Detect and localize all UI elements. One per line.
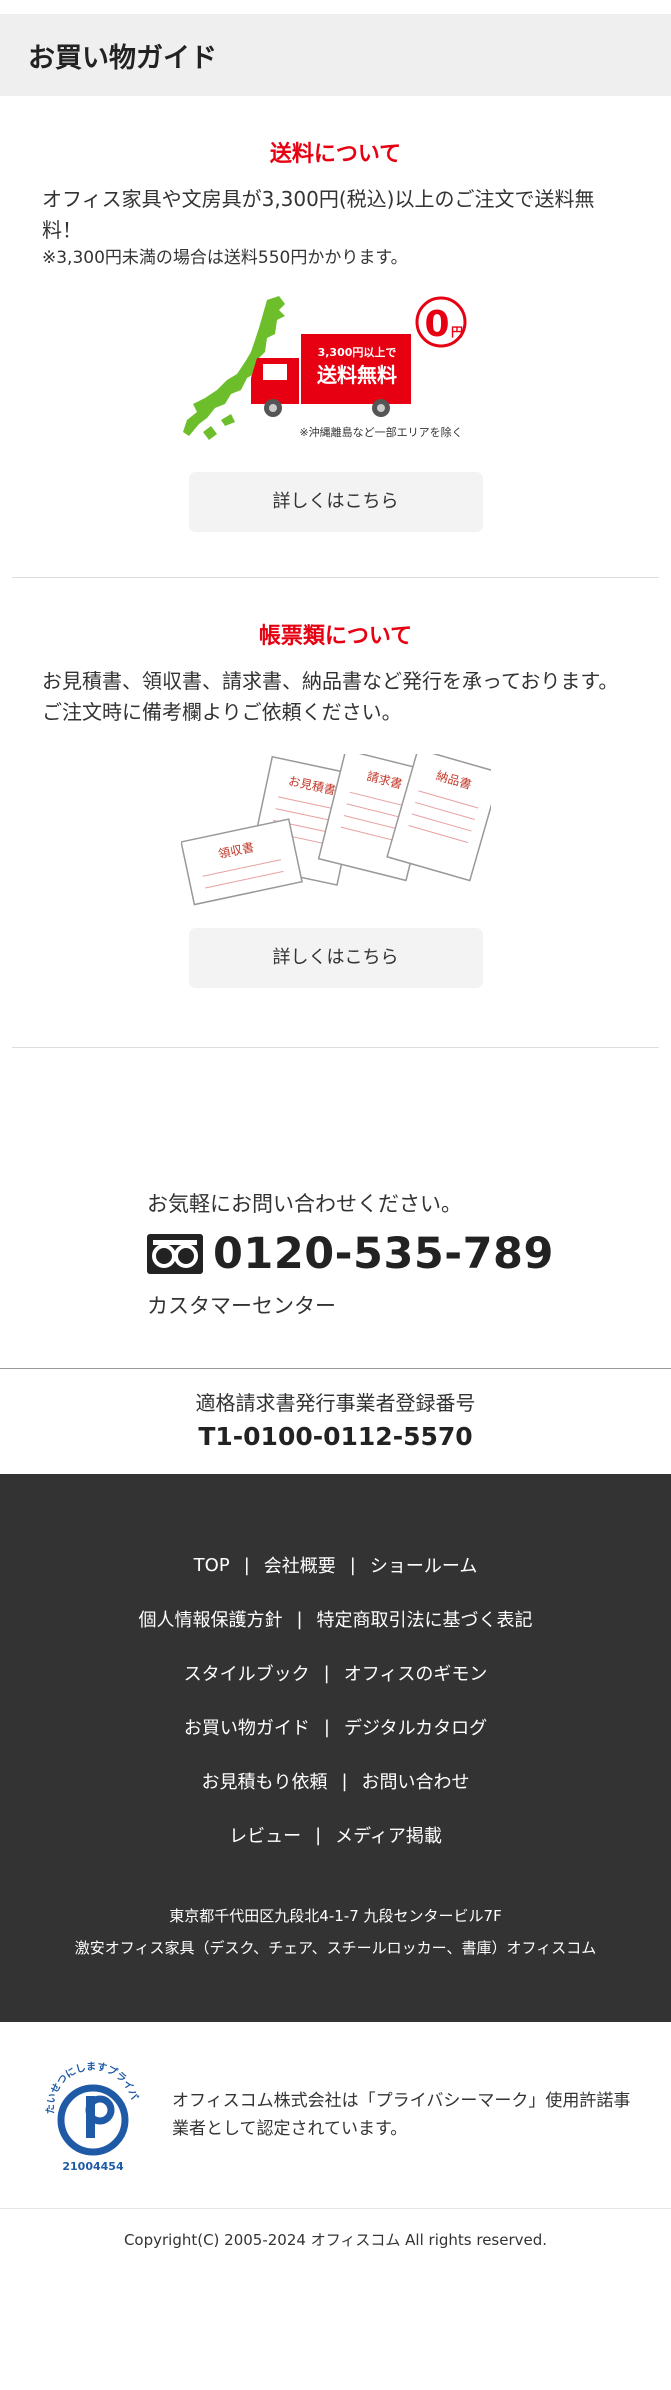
- footer-link[interactable]: スタイルブック: [184, 1660, 310, 1686]
- shipping-text: オフィス家具や文房具が3,300円(税込)以上のご注文で送料無料！: [42, 187, 595, 242]
- invoice-number: T1-0100-0112-5570: [198, 1422, 473, 1451]
- contact-center-label: カスタマーセンター: [147, 1294, 336, 1318]
- privacy-text: オフィスコム株式会社は「プライバシーマーク」使用許諾事業者として認定されています…: [172, 2091, 631, 2139]
- privacy-section: たいせつにしますプライバシー 21004454 オフィスコム株式会社は「プライバ…: [0, 2022, 671, 2209]
- contact-lead: お気軽にお問い合わせください。: [147, 1192, 462, 1216]
- footer-separator: |: [296, 1608, 303, 1630]
- footer-links: TOP | 会社概要 | ショールーム個人情報保護方針 | 特定商取引法に基づく表記スタイル…: [0, 1538, 671, 1862]
- documents-title: 帳票類について: [258, 624, 413, 649]
- footer-link-row: お見積もり依頼 | お問い合わせ: [0, 1754, 671, 1808]
- footer-link[interactable]: レビュー: [229, 1822, 301, 1848]
- footer-separator: |: [243, 1554, 250, 1576]
- shipping-section: 送料について オフィス家具や文房具が3,300円(税込)以上のご注文で送料無料！…: [0, 96, 671, 577]
- footer-link[interactable]: お買い物ガイド: [184, 1714, 310, 1740]
- privacy-mark-number: 21004454: [62, 2160, 124, 2173]
- page-header: お買い物ガイド: [0, 14, 671, 96]
- documents-section: 帳票類について お見積書、領収書、請求書、納品書など発行を承っております。ご注文…: [0, 578, 671, 1047]
- shipping-title: 送料について: [269, 142, 402, 167]
- document-icon-receipt: 領収書: [180, 818, 303, 906]
- footer-link[interactable]: メディア掲載: [335, 1822, 442, 1848]
- footer-separator: |: [349, 1554, 356, 1576]
- footer-link[interactable]: お見積もり依頼: [201, 1768, 327, 1794]
- footer-link[interactable]: お問い合わせ: [362, 1768, 470, 1794]
- page-title: お買い物ガイド: [28, 42, 217, 74]
- documents-more-button[interactable]: 詳しくはこちら: [188, 928, 483, 988]
- truck-line1: 3,300円以上で: [317, 345, 396, 359]
- footer-link[interactable]: ショールーム: [370, 1552, 477, 1578]
- company-tagline: 激安オフィス家具（デスク、チェア、スチールロッカー、書庫）オフィスコム: [74, 1939, 597, 1957]
- footer-link-row: レビュー | メディア掲載: [0, 1808, 671, 1862]
- badge-yen: 円: [450, 325, 462, 339]
- footer-separator: |: [315, 1824, 322, 1846]
- copyright: Copyright(C) 2005-2024 オフィスコム All rights…: [123, 2231, 548, 2249]
- documents-illustration: お見積書 請求書 納品書 領収書: [180, 754, 491, 906]
- phone-number: 0120-535-789: [213, 1229, 554, 1279]
- footer-address-block: 東京都千代田区九段北4-1-7 九段センタービル7F 激安オフィス家具（デスク、…: [0, 1900, 671, 1964]
- footer-link-row: スタイルブック | オフィスのギモン: [0, 1646, 671, 1700]
- company-address: 東京都千代田区九段北4-1-7 九段センタービル7F: [169, 1907, 502, 1925]
- footer-link[interactable]: 特定商取引法に基づく表記: [317, 1606, 533, 1632]
- phone-row[interactable]: 0120-535-789: [147, 1226, 671, 1282]
- truck-icon: 3,300円以上で 送料無料: [250, 334, 411, 417]
- footer-link-row: 個人情報保護方針 | 特定商取引法に基づく表記: [0, 1592, 671, 1646]
- footer-separator: |: [323, 1662, 330, 1684]
- invoice-label: 適格請求書発行事業者登録番号: [195, 1391, 476, 1415]
- truck-line2: 送料無料: [317, 363, 397, 387]
- invoice-registration: 適格請求書発行事業者登録番号 T1-0100-0112-5570: [0, 1368, 671, 1474]
- page: お買い物ガイド 送料について オフィス家具や文房具が3,300円(税込)以上のご…: [0, 0, 671, 2390]
- footer-link-row: TOP | 会社概要 | ショールーム: [0, 1538, 671, 1592]
- footer: TOP | 会社概要 | ショールーム個人情報保護方針 | 特定商取引法に基づく表記スタイル…: [0, 1474, 671, 2022]
- shipping-caption: ※沖縄離島など一部エリアを除く: [299, 425, 462, 439]
- zero-yen-badge: 0 円: [415, 296, 466, 348]
- documents-text: お見積書、領収書、請求書、納品書など発行を承っております。ご注文時に備考欄よりご…: [42, 669, 619, 724]
- privacy-mark-icon: たいせつにしますプライバシー 21004454: [40, 2054, 140, 2173]
- footer-link[interactable]: TOP: [194, 1555, 230, 1576]
- shipping-more-button[interactable]: 詳しくはこちら: [188, 472, 483, 532]
- footer-separator: |: [323, 1716, 330, 1738]
- badge-zero: 0: [424, 304, 449, 345]
- footer-link[interactable]: デジタルカタログ: [344, 1714, 487, 1740]
- free-shipping-illustration: 3,300円以上で 送料無料 0 円 ※沖縄離島など一部エリアを除く: [182, 296, 466, 440]
- footer-link-row: お買い物ガイド | デジタルカタログ: [0, 1700, 671, 1754]
- shipping-note: ※3,300円未満の場合は送料550円かかります。: [42, 248, 408, 268]
- footer-link[interactable]: 個人情報保護方針: [138, 1606, 282, 1632]
- contact-section: お気軽にお問い合わせください。 0120-535-789 カスタマーセンター: [0, 1048, 671, 1368]
- free-dial-icon: [147, 1234, 203, 1274]
- footer-link[interactable]: 会社概要: [264, 1552, 336, 1578]
- footer-link[interactable]: オフィスのギモン: [344, 1660, 488, 1686]
- footer-separator: |: [341, 1770, 348, 1792]
